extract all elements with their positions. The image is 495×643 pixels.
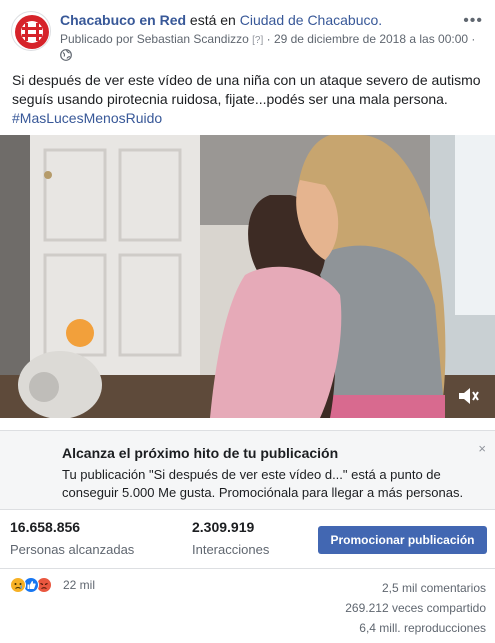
post-header: Chacabuco en Red está en Ciudad de Chaca… xyxy=(0,0,495,66)
chacabuco-logo-icon xyxy=(15,15,49,49)
video-player[interactable] xyxy=(0,135,495,418)
post-author-line: Chacabuco en Red está en Ciudad de Chaca… xyxy=(60,12,382,28)
interactions-stat: 2.309.919 Interacciones xyxy=(192,519,269,557)
post-date[interactable]: · 29 de diciembre de 2018 a las 00:00 · xyxy=(267,32,476,46)
post-meta: Publicado por Sebastian Scandizzo [?] · … xyxy=(60,32,475,46)
interactions-value: 2.309.919 xyxy=(192,519,255,535)
comments-count[interactable]: 2,5 mil comentarios xyxy=(345,578,486,598)
shares-count[interactable]: 269.212 veces compartido xyxy=(345,598,486,618)
location-connector: está en xyxy=(186,12,240,28)
hashtag-link[interactable]: #MasLucesMenosRuido xyxy=(12,110,162,126)
video-frame xyxy=(0,135,495,418)
page-avatar[interactable] xyxy=(11,11,51,51)
views-count: 6,4 mill. reproducciones xyxy=(359,621,486,635)
page-name-link[interactable]: Chacabuco en Red xyxy=(60,12,186,28)
reach-label: Personas alcanzadas xyxy=(10,542,135,557)
promo-title: Alcanza el próximo hito de tu publicació… xyxy=(62,445,339,461)
help-marker[interactable]: [?] xyxy=(252,35,263,46)
reach-stat: 16.658.856 Personas alcanzadas xyxy=(10,519,134,557)
interactions-label: Interacciones xyxy=(192,542,270,557)
reach-value: 16.658.856 xyxy=(10,519,81,535)
volume-icon[interactable] xyxy=(457,386,481,406)
post-message: Si después de ver este vídeo de una niña… xyxy=(12,71,488,128)
post-insights: 16.658.856 Personas alcanzadas 2.309.919… xyxy=(0,510,495,569)
reactions-count[interactable]: 22 mil xyxy=(63,578,95,592)
promotion-banner: Alcanza el próximo hito de tu publicació… xyxy=(0,430,495,510)
promote-post-button[interactable]: Promocionar publicación xyxy=(318,526,487,554)
engagement-counts: 2,5 mil comentarios 269.212 veces compar… xyxy=(345,578,486,638)
promo-body: Tu publicación "Si después de ver este v… xyxy=(62,467,464,500)
close-icon[interactable]: × xyxy=(478,441,486,456)
more-options-icon[interactable]: ••• xyxy=(463,12,483,30)
published-by: Publicado por Sebastian Scandizzo xyxy=(60,32,249,46)
post-message-text: Si después de ver este vídeo de una niña… xyxy=(12,72,481,107)
globe-icon[interactable] xyxy=(60,49,72,61)
place-link[interactable]: Ciudad de Chacabuco. xyxy=(240,12,382,28)
sad-reaction-icon xyxy=(10,577,26,593)
